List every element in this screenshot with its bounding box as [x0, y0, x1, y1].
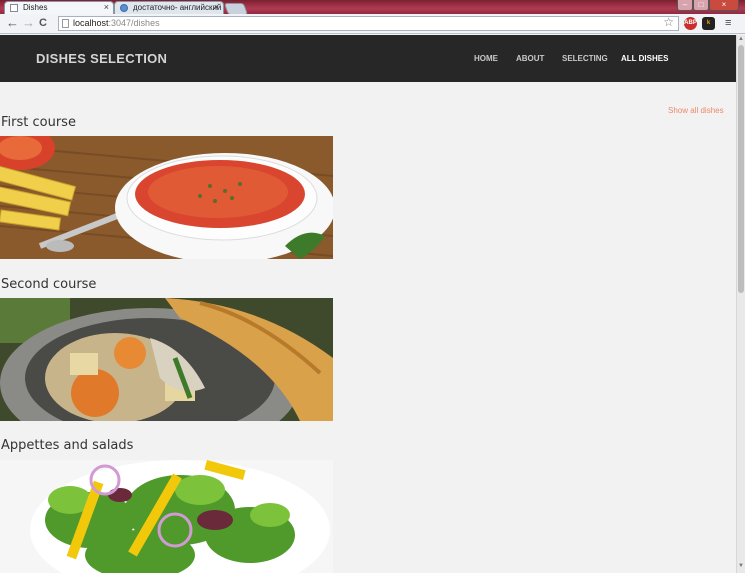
scroll-thumb[interactable] [738, 45, 744, 293]
nav-home[interactable]: HOME [474, 54, 498, 63]
tab-translate[interactable]: достаточно- английский × [114, 1, 224, 14]
browser-toolbar: ← → C localhost:3047/dishes ☆ ABP k ≡ [0, 14, 745, 34]
scroll-up-icon[interactable]: ▲ [738, 36, 744, 42]
url-path: :3047/dishes [108, 18, 160, 28]
forward-icon[interactable]: → [22, 16, 35, 30]
page-scrollbar[interactable]: ▲ ▼ [736, 35, 745, 573]
address-bar[interactable]: localhost:3047/dishes ☆ [58, 16, 679, 31]
course-title-second: Second course [1, 277, 97, 292]
tab-title: Dishes [23, 3, 48, 12]
site-brand[interactable]: DISHES SELECTION [36, 51, 167, 66]
browser-titlebar: Dishes × достаточно- английский × – □ × [0, 0, 745, 15]
scroll-down-icon[interactable]: ▼ [738, 563, 744, 569]
adblock-extension-icon[interactable]: ABP [684, 17, 697, 30]
reload-icon[interactable]: C [39, 16, 47, 30]
menu-icon[interactable]: ≡ [725, 18, 731, 29]
page-icon [62, 19, 69, 28]
minimize-button[interactable]: – [677, 0, 693, 11]
globe-icon [120, 4, 128, 12]
close-window-button[interactable]: × [709, 0, 739, 11]
close-icon[interactable]: × [104, 2, 109, 12]
show-all-dishes-link[interactable]: Show all dishes [668, 106, 724, 115]
tab-dishes[interactable]: Dishes × [4, 1, 114, 14]
pot-roast-image[interactable] [0, 298, 333, 421]
star-icon[interactable]: ☆ [663, 16, 674, 29]
nav-all-dishes[interactable]: ALL DISHES [621, 54, 668, 63]
back-icon[interactable]: ← [6, 16, 19, 30]
maximize-button[interactable]: □ [693, 0, 709, 11]
close-icon[interactable]: × [214, 2, 219, 12]
nav-about[interactable]: ABOUT [516, 54, 544, 63]
borscht-soup-image[interactable] [0, 136, 333, 259]
nav-selecting[interactable]: SELECTING [562, 54, 608, 63]
tab-title: достаточно- английский [133, 3, 222, 12]
green-salad-image[interactable] [0, 460, 333, 573]
page-icon [10, 4, 18, 12]
course-title-salads: Appettes and salads [1, 438, 134, 453]
course-title-first: First course [1, 115, 76, 130]
k-extension-icon[interactable]: k [702, 17, 715, 30]
url-host: localhost [73, 18, 109, 28]
site-navbar: DISHES SELECTION HOME ABOUT SELECTING AL… [0, 35, 736, 82]
